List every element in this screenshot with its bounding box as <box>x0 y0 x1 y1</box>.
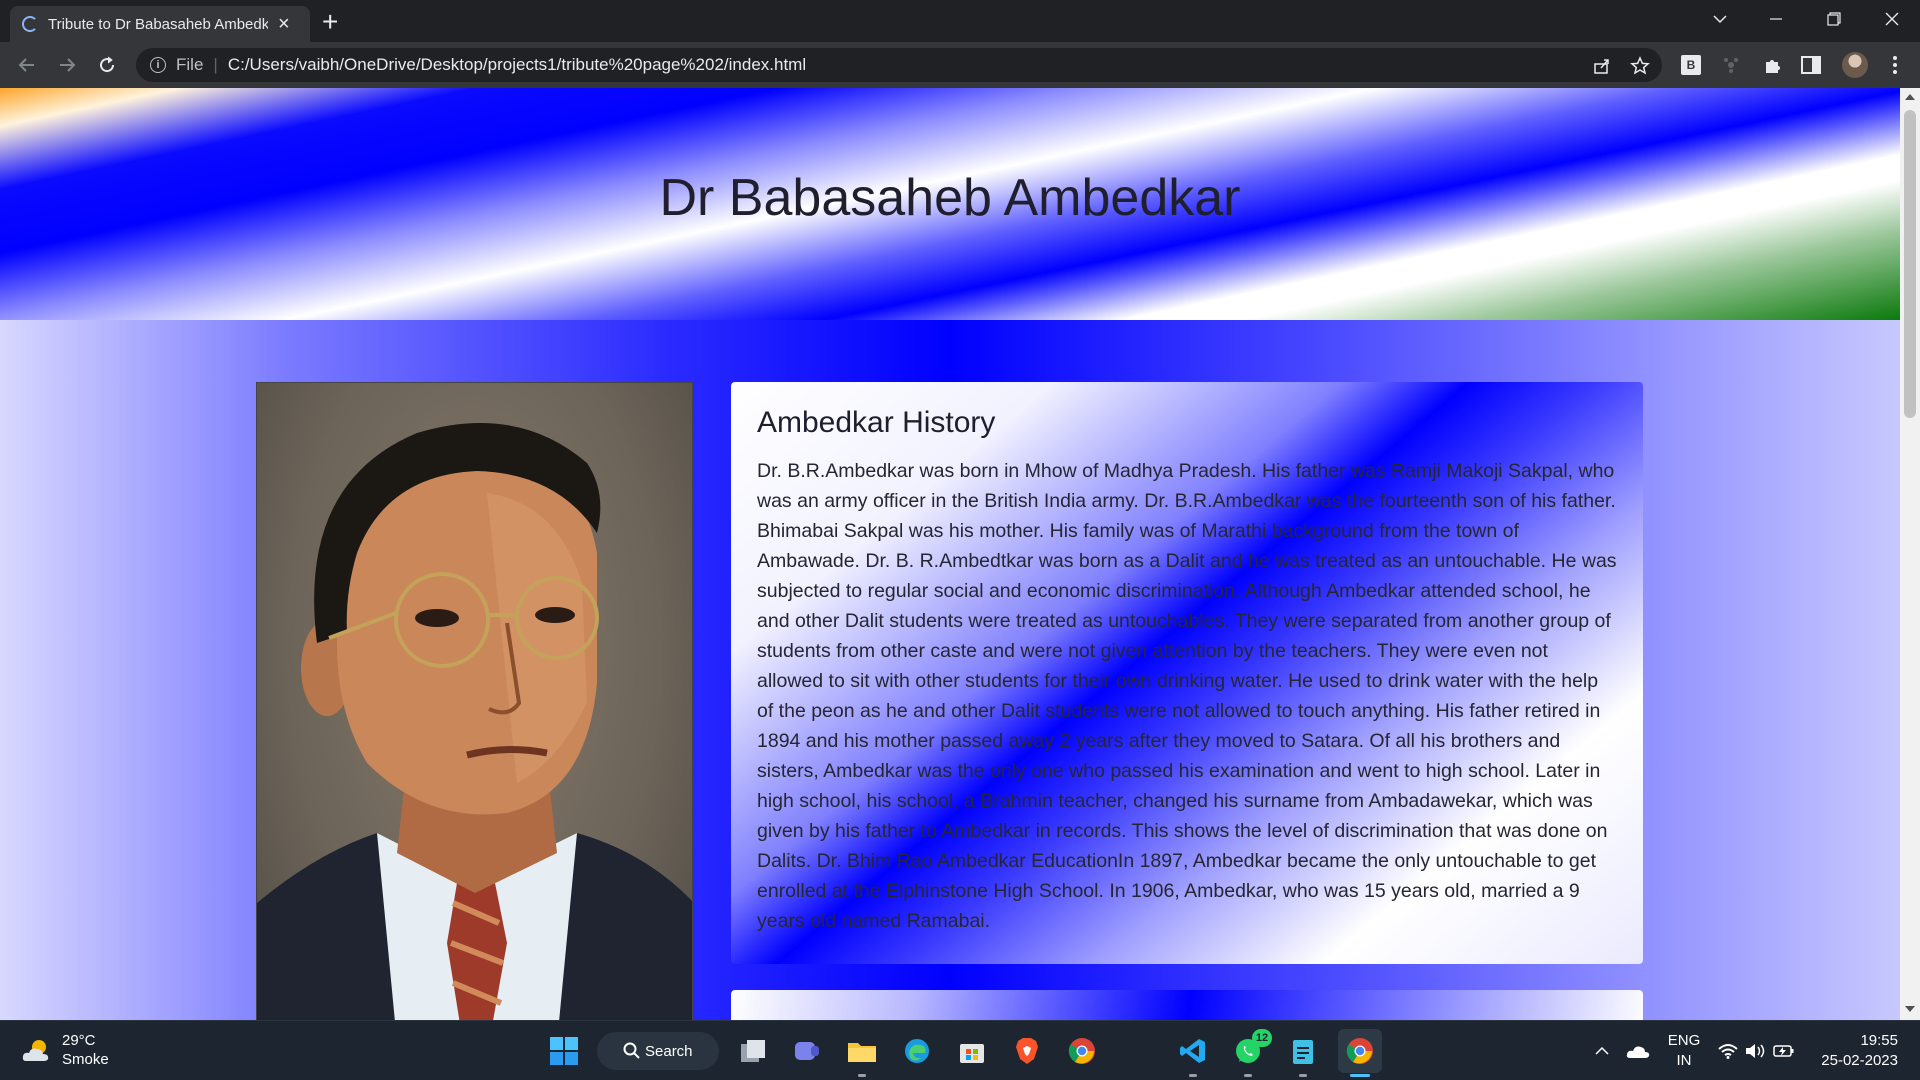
brave-browser-icon[interactable] <box>1009 1033 1045 1069</box>
side-panel-icon[interactable] <box>1800 54 1822 76</box>
scrollbar-thumb[interactable] <box>1904 110 1916 418</box>
reload-button[interactable] <box>92 50 122 80</box>
address-bar[interactable]: i File | C:/Users/vaibh/OneDrive/Desktop… <box>136 48 1662 82</box>
back-button[interactable] <box>12 50 42 80</box>
notepad-icon[interactable] <box>1285 1033 1321 1069</box>
windows-logo-icon <box>550 1037 578 1065</box>
close-icon <box>1885 12 1899 26</box>
close-tab-icon[interactable]: × <box>278 14 290 34</box>
chrome-active-indicator <box>1350 1074 1370 1077</box>
reload-icon <box>100 56 115 73</box>
chevron-down-icon <box>1713 15 1727 24</box>
share-icon[interactable] <box>1592 56 1612 76</box>
vscode-running-indicator <box>1189 1074 1197 1077</box>
edge-browser-icon[interactable] <box>899 1033 935 1069</box>
kebab-menu-icon[interactable] <box>1884 54 1906 76</box>
whatsapp-icon[interactable]: 12 <box>1230 1029 1272 1069</box>
minimize-icon <box>1770 18 1782 20</box>
task-view-icon[interactable] <box>735 1033 771 1069</box>
extensions-puzzle-icon[interactable] <box>1762 54 1784 76</box>
minimize-button[interactable] <box>1748 0 1804 38</box>
whatsapp-unread-badge: 12 <box>1252 1029 1272 1047</box>
region-code: IN <box>1676 1052 1692 1069</box>
browser-toolbar: i File | C:/Users/vaibh/OneDrive/Desktop… <box>0 42 1920 88</box>
loading-favicon-icon <box>22 16 38 32</box>
restore-button[interactable] <box>1806 0 1862 38</box>
weather-temp: 29°C <box>62 1032 96 1049</box>
address-url[interactable]: C:/Users/vaibh/OneDrive/Desktop/projects… <box>228 55 806 75</box>
file-explorer-icon[interactable] <box>844 1033 880 1069</box>
show-hidden-icons-chevron-up-icon[interactable] <box>1590 1033 1614 1069</box>
history-body: Dr. B.R.Ambedkar was born in Mhow of Mad… <box>757 460 1617 932</box>
ambedkar-portrait <box>256 382 693 1020</box>
extension-disabled-icon[interactable] <box>1720 54 1742 76</box>
search-label: Search <box>645 1042 693 1060</box>
address-separator: | <box>213 55 218 74</box>
weather-widget[interactable]: 29°C Smoke <box>22 1031 109 1069</box>
taskbar-search[interactable]: Search <box>597 1032 719 1070</box>
tab-search-button[interactable] <box>1692 0 1748 38</box>
onedrive-cloud-icon[interactable] <box>1622 1033 1654 1069</box>
info-icon[interactable]: i <box>150 57 166 73</box>
chrome-icon[interactable] <box>1064 1033 1100 1069</box>
search-icon <box>623 1042 640 1059</box>
restore-icon <box>1827 12 1841 26</box>
page-scrollbar[interactable] <box>1900 88 1920 1020</box>
explorer-running-indicator <box>858 1074 866 1077</box>
chrome-active-icon[interactable] <box>1338 1029 1382 1073</box>
address-scheme: File <box>176 55 204 74</box>
profile-avatar[interactable] <box>1842 52 1868 78</box>
arrow-right-icon <box>60 58 76 72</box>
history-card: Ambedkar History Dr. B.R.Ambedkar was bo… <box>731 382 1643 964</box>
page-viewport: Dr Babasaheb Ambedkar Ambedkar History D… <box>0 88 1900 1020</box>
scroll-down-arrow-icon[interactable] <box>1905 1006 1915 1012</box>
bookmark-star-icon[interactable] <box>1630 56 1650 76</box>
browser-tab-strip: Tribute to Dr Babasaheb Ambedk × + <box>0 0 1920 42</box>
notepad-running-indicator <box>1299 1074 1307 1077</box>
next-section-card <box>731 990 1643 1020</box>
hero-banner: Dr Babasaheb Ambedkar <box>0 88 1900 320</box>
partly-cloudy-icon <box>22 1040 49 1061</box>
forward-button[interactable] <box>52 50 82 80</box>
microsoft-store-icon[interactable] <box>954 1033 990 1069</box>
scroll-up-arrow-icon[interactable] <box>1905 94 1915 100</box>
hero-title: Dr Babasaheb Ambedkar <box>659 169 1241 227</box>
wifi-icon[interactable] <box>1714 1033 1742 1069</box>
tab-title: Tribute to Dr Babasaheb Ambedk <box>48 15 268 33</box>
arrow-left-icon <box>18 58 34 72</box>
start-button[interactable] <box>546 1033 582 1069</box>
teams-chat-icon[interactable] <box>789 1033 825 1069</box>
clock-time: 19:55 <box>1860 1032 1898 1049</box>
extension-b-label: B <box>1681 55 1701 75</box>
extension-b-icon[interactable]: B <box>1680 54 1702 76</box>
language-code: ENG <box>1667 1032 1701 1049</box>
volume-icon[interactable] <box>1742 1033 1770 1069</box>
weather-desc: Smoke <box>62 1051 109 1068</box>
battery-charging-icon[interactable] <box>1770 1033 1798 1069</box>
language-indicator[interactable]: ENG IN <box>1664 1031 1704 1071</box>
whatsapp-running-indicator <box>1244 1074 1252 1077</box>
clock[interactable]: 19:55 25-02-2023 <box>1808 1031 1898 1071</box>
vscode-icon[interactable] <box>1175 1033 1211 1069</box>
close-window-button[interactable] <box>1864 0 1920 38</box>
history-heading: Ambedkar History <box>757 406 996 439</box>
portrait-illustration <box>257 423 692 1020</box>
new-tab-button[interactable]: + <box>322 8 338 36</box>
clock-date: 25-02-2023 <box>1821 1052 1898 1069</box>
windows-taskbar: 29°C Smoke Search 12 ENG IN 19:55 25-02-… <box>0 1020 1920 1080</box>
browser-tab[interactable]: Tribute to Dr Babasaheb Ambedk × <box>10 6 310 42</box>
